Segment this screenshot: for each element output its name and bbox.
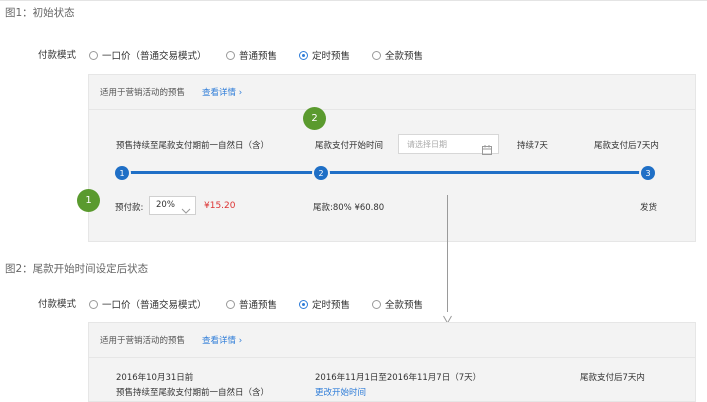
- payment-mode-label: 付款模式: [38, 50, 77, 61]
- annotation-badge-1: 1: [77, 189, 100, 212]
- radio-label: 一口价（普通交易模式）: [102, 300, 207, 311]
- radio-timed-presale[interactable]: 定时预售: [299, 297, 350, 311]
- timeline-node-3: 3: [641, 166, 655, 180]
- presale-hint: 适用于营销活动的预售: [100, 336, 186, 346]
- balance-date-range: 2016年11月1日至2016年11月7日（7天）: [315, 373, 482, 383]
- radio-label: 普通预售: [239, 300, 278, 311]
- radio-label: 一口价（普通交易模式）: [102, 51, 207, 62]
- select-value: 20%: [156, 200, 175, 210]
- chevron-down-icon: [181, 201, 191, 220]
- presale-end-date: 2016年10月31日前: [116, 373, 194, 383]
- radio-circle: [226, 299, 235, 309]
- figure-1-title: 图1：初始状态: [5, 7, 75, 19]
- deposit-amount: ¥15.20: [204, 201, 236, 211]
- view-details-link[interactable]: 查看详情 ›: [202, 86, 242, 98]
- presale-duration-desc: 预售持续至尾款支付期前一自然日（含）: [116, 388, 270, 398]
- radio-normal-presale[interactable]: 普通预售: [226, 297, 277, 311]
- timeline-track: [122, 171, 649, 174]
- radio-full-presale[interactable]: 全款预售: [372, 48, 423, 62]
- calendar-icon: [482, 140, 492, 159]
- top-divider: [0, 0, 707, 1]
- radio-label: 定时预售: [312, 51, 351, 62]
- radio-circle: [372, 50, 381, 60]
- radio-circle: [89, 299, 98, 309]
- radio-circle: [226, 50, 235, 60]
- radio-fixed-price[interactable]: 一口价（普通交易模式）: [89, 48, 207, 62]
- ship-label: 发货: [640, 203, 658, 213]
- date-placeholder: 请选择日期: [407, 140, 447, 149]
- radio-circle: [372, 299, 381, 309]
- balance-start-label: 尾款支付开始时间: [315, 141, 384, 151]
- figure-2-title: 图2：尾款开始时间设定后状态: [5, 263, 149, 275]
- timeline-node-1: 1: [115, 166, 129, 180]
- balance-deadline-text: 尾款支付后7天内: [580, 373, 645, 383]
- radio-normal-presale[interactable]: 普通预售: [226, 48, 277, 62]
- presale-hint: 适用于营销活动的预售: [100, 88, 186, 98]
- radio-label: 定时预售: [312, 300, 351, 311]
- timeline-node-2: 2: [314, 166, 328, 180]
- radio-timed-presale[interactable]: 定时预售: [299, 48, 350, 62]
- radio-circle: [89, 50, 98, 60]
- presale-duration-desc: 预售持续至尾款支付期前一自然日（含）: [116, 141, 270, 151]
- radio-label: 全款预售: [385, 300, 424, 311]
- radio-full-presale[interactable]: 全款预售: [372, 297, 423, 311]
- deposit-percent-select[interactable]: 20%: [149, 196, 196, 215]
- balance-deadline-text: 尾款支付后7天内: [594, 141, 659, 151]
- balance-amount: 尾款:80% ¥60.80: [313, 203, 385, 213]
- presale-config-panel: [88, 74, 696, 242]
- annotation-badge-2: 2: [303, 107, 326, 130]
- balance-start-date-input[interactable]: 请选择日期: [398, 134, 499, 155]
- radio-label: 普通预售: [239, 51, 278, 62]
- transition-arrow-line: [447, 195, 448, 312]
- radio-circle-checked: [299, 50, 308, 60]
- view-details-link[interactable]: 查看详情 ›: [202, 334, 242, 346]
- radio-fixed-price[interactable]: 一口价（普通交易模式）: [89, 297, 207, 311]
- payment-mode-label: 付款模式: [38, 299, 77, 310]
- change-start-time-link[interactable]: 更改开始时间: [315, 386, 366, 398]
- duration-text: 持续7天: [517, 141, 548, 151]
- radio-circle-checked: [299, 299, 308, 309]
- deposit-label: 预付款:: [115, 203, 144, 213]
- radio-label: 全款预售: [385, 51, 424, 62]
